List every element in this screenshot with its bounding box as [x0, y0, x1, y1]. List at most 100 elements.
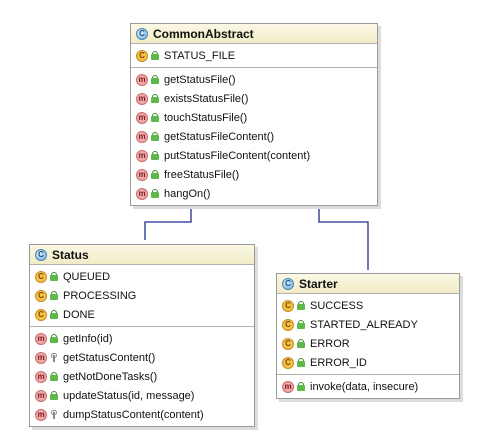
class-name: CommonAbstract — [153, 26, 254, 41]
public-lock-icon — [50, 334, 58, 343]
field-row[interactable]: C ERROR_ID — [277, 353, 459, 372]
status-inheritance-line — [144, 208, 192, 240]
public-lock-icon — [151, 94, 159, 103]
method-label: invoke(data, insecure) — [310, 380, 419, 393]
method-row[interactable]: m updateStatus(id, message) — [30, 386, 254, 405]
field-row[interactable]: C DONE — [30, 305, 254, 324]
class-icon: C — [136, 27, 148, 40]
public-lock-icon — [151, 132, 159, 141]
method-icon: m — [35, 389, 47, 402]
method-icon: m — [136, 187, 148, 200]
method-icon: m — [136, 92, 148, 105]
public-lock-icon — [297, 382, 305, 391]
method-icon: m — [282, 380, 294, 393]
field-icon: C — [282, 299, 294, 312]
method-row[interactable]: m hangOn() — [131, 184, 377, 203]
class-header: C Status — [30, 245, 254, 265]
field-row[interactable]: C QUEUED — [30, 267, 254, 286]
field-icon: C — [282, 337, 294, 350]
method-icon: m — [35, 332, 47, 345]
method-label: getStatusContent() — [63, 351, 156, 364]
public-lock-icon — [151, 151, 159, 160]
field-row[interactable]: C SUCCESS — [277, 296, 459, 315]
public-lock-icon — [151, 75, 159, 84]
public-lock-icon — [151, 51, 159, 60]
field-row[interactable]: C PROCESSING — [30, 286, 254, 305]
method-label: getNotDoneTasks() — [63, 370, 158, 383]
public-lock-icon — [151, 170, 159, 179]
class-box-commonabstract[interactable]: C CommonAbstract C STATUS_FILE m getStatu… — [130, 23, 378, 206]
public-lock-icon — [50, 391, 58, 400]
field-icon: C — [35, 308, 47, 321]
field-icon: C — [282, 356, 294, 369]
public-lock-icon — [50, 310, 58, 319]
public-lock-icon — [151, 189, 159, 198]
field-label: ERROR — [310, 337, 350, 350]
field-label: ERROR_ID — [310, 356, 367, 369]
methods-section: m getStatusFile() m existsStatusFile() m to… — [131, 68, 377, 205]
field-icon: C — [282, 318, 294, 331]
method-icon: m — [136, 168, 148, 181]
method-label: freeStatusFile() — [164, 168, 240, 181]
field-label: PROCESSING — [63, 289, 137, 302]
field-label: QUEUED — [63, 270, 111, 283]
private-key-icon — [50, 410, 58, 419]
fields-section: C SUCCESS C STARTED_ALREADY C ERROR C ERROR_… — [277, 294, 459, 375]
method-row[interactable]: m getInfo(id) — [30, 329, 254, 348]
public-lock-icon — [50, 372, 58, 381]
field-label: SUCCESS — [310, 299, 364, 312]
method-row[interactable]: m getStatusContent() — [30, 348, 254, 367]
method-label: getInfo(id) — [63, 332, 113, 345]
field-icon: C — [35, 289, 47, 302]
method-label: touchStatusFile() — [164, 111, 248, 124]
method-icon: m — [136, 111, 148, 124]
class-name: Status — [52, 247, 89, 262]
field-row[interactable]: C ERROR — [277, 334, 459, 353]
starter-inheritance-line — [318, 208, 369, 270]
class-box-status[interactable]: C Status C QUEUED C PROCESSING C DONE m getI… — [29, 244, 255, 427]
method-label: putStatusFileContent(content) — [164, 149, 311, 162]
field-label: STATUS_FILE — [164, 49, 236, 62]
public-lock-icon — [50, 272, 58, 281]
method-row[interactable]: m invoke(data, insecure) — [277, 377, 459, 396]
method-label: hangOn() — [164, 187, 211, 200]
methods-section: m invoke(data, insecure) — [277, 375, 459, 398]
field-label: DONE — [63, 308, 95, 321]
public-lock-icon — [297, 320, 305, 329]
method-label: existsStatusFile() — [164, 92, 249, 105]
method-icon: m — [35, 370, 47, 383]
field-label: STARTED_ALREADY — [310, 318, 418, 331]
class-box-starter[interactable]: C Starter C SUCCESS C STARTED_ALREADY C ERR… — [276, 273, 460, 399]
method-row[interactable]: m freeStatusFile() — [131, 165, 377, 184]
method-row[interactable]: m getNotDoneTasks() — [30, 367, 254, 386]
method-label: updateStatus(id, message) — [63, 389, 195, 402]
class-header: C Starter — [277, 274, 459, 294]
class-icon: C — [282, 277, 294, 290]
field-row[interactable]: C STATUS_FILE — [131, 46, 377, 65]
method-row[interactable]: m putStatusFileContent(content) — [131, 146, 377, 165]
method-row[interactable]: m getStatusFileContent() — [131, 127, 377, 146]
private-key-icon — [50, 353, 58, 362]
field-row[interactable]: C STARTED_ALREADY — [277, 315, 459, 334]
method-row[interactable]: m existsStatusFile() — [131, 89, 377, 108]
method-row[interactable]: m dumpStatusContent(content) — [30, 405, 254, 424]
method-icon: m — [136, 130, 148, 143]
fields-section: C QUEUED C PROCESSING C DONE — [30, 265, 254, 327]
class-header: C CommonAbstract — [131, 24, 377, 44]
field-icon: C — [136, 49, 148, 62]
method-icon: m — [136, 73, 148, 86]
method-row[interactable]: m touchStatusFile() — [131, 108, 377, 127]
method-icon: m — [35, 351, 47, 364]
method-icon: m — [35, 408, 47, 421]
public-lock-icon — [297, 358, 305, 367]
public-lock-icon — [297, 301, 305, 310]
field-icon: C — [35, 270, 47, 283]
public-lock-icon — [151, 113, 159, 122]
public-lock-icon — [297, 339, 305, 348]
public-lock-icon — [50, 291, 58, 300]
fields-section: C STATUS_FILE — [131, 44, 377, 68]
method-row[interactable]: m getStatusFile() — [131, 70, 377, 89]
method-icon: m — [136, 149, 148, 162]
method-label: getStatusFile() — [164, 73, 236, 86]
class-name: Starter — [299, 276, 338, 291]
